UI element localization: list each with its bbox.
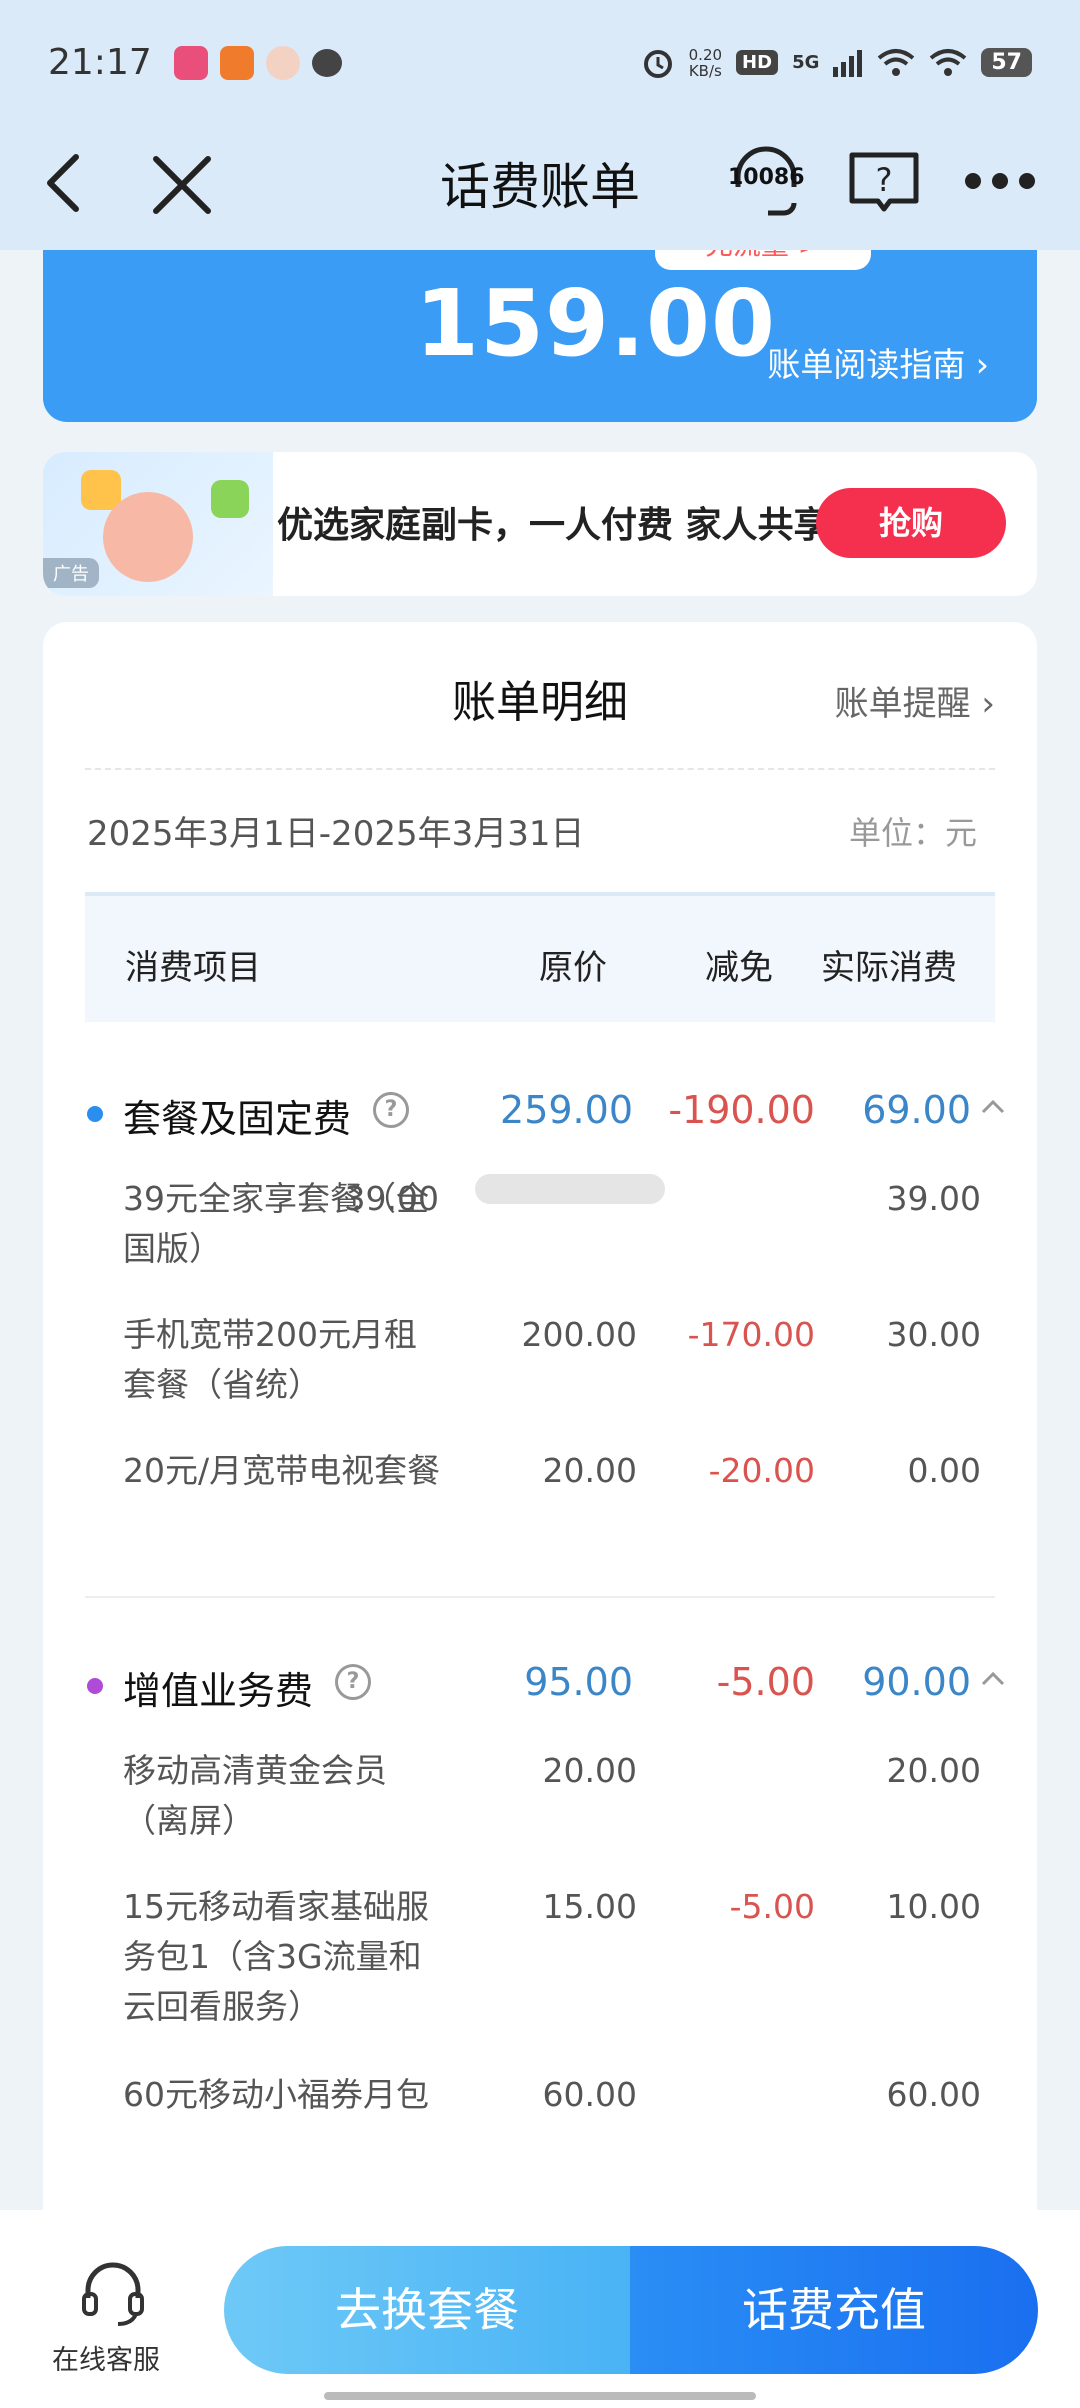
group-name: 套餐及固定费 bbox=[123, 1097, 352, 1141]
wifi-icon bbox=[878, 48, 915, 76]
ad-decoration bbox=[103, 492, 193, 582]
group-dot bbox=[87, 1678, 103, 1694]
more-menu-icon[interactable] bbox=[965, 169, 1035, 193]
divider bbox=[85, 768, 995, 770]
item-discount: -5.00 bbox=[729, 1887, 815, 1926]
item-name: 60元移动小福券月包 bbox=[123, 2075, 429, 2114]
item-actual: 60.00 bbox=[886, 2075, 981, 2114]
item-original: 20.00 bbox=[542, 1751, 637, 1790]
bill-detail-card: 账单明细 账单提醒 › 2025年3月1日-2025年3月31日 单位：元 消费… bbox=[43, 622, 1037, 2322]
group-actual: 90.00 bbox=[862, 1660, 971, 1704]
watermark-overlay bbox=[475, 1174, 665, 1204]
online-service-label[interactable]: 在线客服 bbox=[52, 2338, 160, 2377]
item-name: 20元/月宽带电视套餐 bbox=[123, 1451, 441, 1490]
group-discount: -190.00 bbox=[668, 1088, 815, 1132]
change-plan-button[interactable]: 去换套餐 bbox=[224, 2246, 630, 2374]
status-right: 0.20 KB/s HD 5G 57 bbox=[641, 46, 1032, 80]
group-discount: -5.00 bbox=[716, 1660, 815, 1704]
bill-guide-link[interactable]: 账单阅读指南 › bbox=[767, 338, 989, 386]
signal-icon bbox=[833, 49, 863, 77]
group-original: 95.00 bbox=[524, 1660, 633, 1704]
group-header[interactable]: 增值业务费 ? 95.00 -5.00 90.00 bbox=[43, 1654, 1037, 1714]
column-header: 原价 bbox=[539, 948, 607, 988]
status-bar: 21:17 0.20 KB/s HD 5G 57 bbox=[0, 0, 1080, 125]
group-header[interactable]: 套餐及固定费 ? 259.00 -190.00 69.00 bbox=[43, 1082, 1037, 1142]
bill-reminder-link[interactable]: 账单提醒 › bbox=[835, 676, 995, 725]
item-name: 手机宽带200元月租套餐（省统） bbox=[123, 1315, 417, 1404]
svg-text:?: ? bbox=[876, 161, 893, 199]
help-icon[interactable]: ? bbox=[335, 1664, 371, 1700]
service-number: 10086 bbox=[728, 165, 805, 190]
column-header: 减免 bbox=[705, 948, 773, 988]
column-header: 消费项目 bbox=[125, 948, 261, 988]
item-original: 20.00 bbox=[542, 1451, 637, 1490]
ad-decoration bbox=[211, 480, 249, 518]
item-actual: 30.00 bbox=[886, 1315, 981, 1354]
unit-label: 单位：元 bbox=[848, 814, 977, 852]
app-notification-icon bbox=[219, 45, 254, 80]
net-speed-value: 0.20 bbox=[688, 45, 723, 64]
item-name: 移动高清黄金会员（离屏） bbox=[123, 1751, 387, 1840]
bill-amount: 159.00 bbox=[415, 270, 777, 377]
action-buttons: 去换套餐 话费充值 bbox=[224, 2246, 1038, 2374]
message-notification-icon bbox=[311, 48, 342, 77]
net-speed: 0.20 KB/s bbox=[689, 47, 722, 79]
bill-period: 2025年3月1日-2025年3月31日 bbox=[87, 814, 585, 854]
item-discount: -170.00 bbox=[687, 1315, 815, 1354]
battery-indicator: 57 bbox=[981, 48, 1032, 77]
item-actual: 0.00 bbox=[907, 1451, 981, 1490]
chevron-up-icon[interactable] bbox=[979, 1094, 1007, 1122]
item-original: 60.00 bbox=[542, 2075, 637, 2114]
alarm-icon bbox=[643, 49, 672, 78]
help-book-icon[interactable]: ? bbox=[848, 151, 920, 213]
top-bar: 21:17 0.20 KB/s HD 5G 57 话费账单 10086 ? bbox=[0, 0, 1080, 250]
recharge-button[interactable]: 话费充值 bbox=[630, 2246, 1038, 2374]
ad-banner[interactable]: 广告 优选家庭副卡，一人付费 家人共享 抢购 bbox=[43, 452, 1037, 596]
customer-service-icon[interactable] bbox=[80, 2260, 146, 2330]
page-header: 话费账单 10086 ? bbox=[0, 125, 1080, 235]
ad-decoration bbox=[81, 470, 121, 510]
app-notification-icon bbox=[173, 45, 208, 80]
item-original: 15.00 bbox=[542, 1887, 637, 1926]
ad-label: 广告 bbox=[43, 558, 99, 588]
group-original: 259.00 bbox=[500, 1088, 633, 1132]
item-name: 15元移动看家基础服务包1（含3G流量和云回看服务） bbox=[123, 1887, 429, 2026]
bottom-action-bar: 在线客服 去换套餐 话费充值 bbox=[0, 2210, 1080, 2408]
wifi-icon bbox=[930, 48, 967, 76]
home-indicator[interactable] bbox=[324, 2392, 756, 2400]
help-icon[interactable]: ? bbox=[373, 1092, 409, 1128]
group-name: 增值业务费 bbox=[123, 1669, 314, 1713]
chevron-up-icon[interactable] bbox=[979, 1666, 1007, 1694]
item-original: 39.00 bbox=[344, 1179, 439, 1218]
customer-service-10086-button[interactable]: 10086 bbox=[728, 143, 805, 219]
ad-text: 优选家庭副卡，一人付费 家人共享 bbox=[277, 505, 830, 546]
table-header: 消费项目 原价 减免 实际消费 bbox=[85, 892, 995, 1022]
buy-button[interactable]: 抢购 bbox=[816, 488, 1006, 558]
item-actual: 39.00 bbox=[886, 1179, 981, 1218]
column-header: 实际消费 bbox=[821, 948, 957, 988]
net-speed-unit: KB/s bbox=[688, 61, 722, 80]
group-divider bbox=[85, 1596, 995, 1598]
item-actual: 20.00 bbox=[886, 1751, 981, 1790]
status-time: 21:17 bbox=[48, 42, 152, 83]
network-type: 5G bbox=[792, 52, 820, 73]
item-actual: 10.00 bbox=[886, 1887, 981, 1926]
hd-badge: HD bbox=[736, 50, 779, 75]
item-discount: -20.00 bbox=[708, 1451, 815, 1490]
group-dot bbox=[87, 1106, 103, 1122]
group-actual: 69.00 bbox=[862, 1088, 971, 1132]
item-original: 200.00 bbox=[521, 1315, 637, 1354]
avatar-notification-icon bbox=[265, 45, 300, 80]
